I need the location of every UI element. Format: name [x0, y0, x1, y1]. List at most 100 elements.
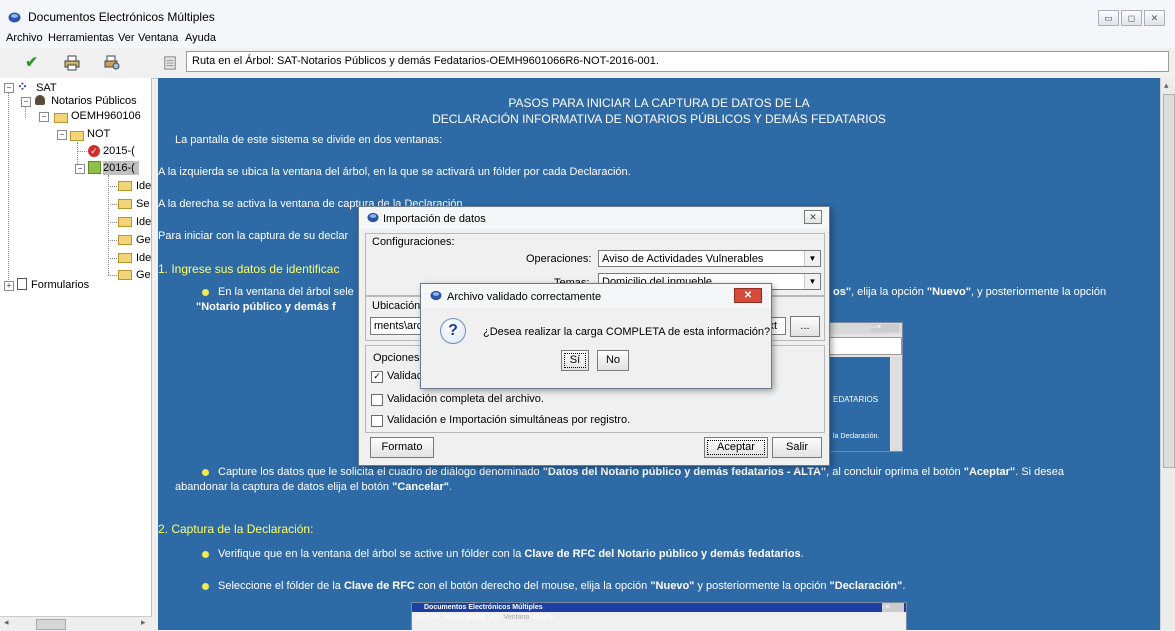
- formato-button[interactable]: Formato: [370, 437, 434, 458]
- scroll-right-icon[interactable]: ▸: [141, 617, 146, 628]
- scroll-thumb[interactable]: [36, 619, 66, 630]
- embedded-text: EDATARIOS: [833, 395, 879, 404]
- tree-node-not[interactable]: NOT: [87, 127, 110, 141]
- paragraph-1: La pantalla de este sistema se divide en…: [175, 134, 443, 146]
- printer-icon[interactable]: [58, 51, 85, 74]
- section-heading-1: 1. Ingrese sus datos de identificac: [158, 262, 340, 276]
- menu-bar: Archivo Herramientas Ver Ventana Ayuda: [0, 32, 1175, 48]
- folder-icon: [118, 253, 132, 263]
- maximize-button[interactable]: ◻: [1121, 10, 1142, 26]
- bullet-icon: [202, 289, 209, 296]
- bullet-3-text: Verifique que en la ventana del árbol se…: [218, 548, 804, 560]
- confirm-dialog-title: Archivo validado correctamente: [447, 291, 602, 303]
- tree-horizontal-scrollbar[interactable]: ◂ ▸: [0, 616, 152, 631]
- bullet-2-line-2: abandonar la captura de datos elija el b…: [175, 481, 453, 493]
- tree-node-2015[interactable]: 2015-(: [103, 144, 135, 158]
- operaciones-label: Operaciones:: [526, 253, 592, 265]
- config-group-label: Configuraciones:: [372, 236, 455, 248]
- confirm-dialog-title-bar: Archivo validado correctamente ✕: [421, 284, 771, 308]
- app-logo-icon: [367, 212, 379, 223]
- print-preview-icon[interactable]: [98, 51, 125, 74]
- tree-pane[interactable]: − ⁘ SAT − Notarios Públicos − OEMH960106…: [0, 78, 152, 630]
- expand-2016-icon[interactable]: −: [75, 164, 85, 174]
- expand-formularios-icon[interactable]: +: [4, 281, 14, 291]
- folder-icon: [118, 181, 132, 191]
- expand-not-icon[interactable]: −: [57, 130, 67, 140]
- folder-icon: [118, 270, 132, 280]
- tree-node-child[interactable]: Ide: [136, 215, 151, 229]
- salir-button[interactable]: Salir: [772, 437, 822, 458]
- option-2-label: Validación completa del archivo.: [387, 393, 544, 405]
- paragraph-2: A la izquierda se ubica la ventana del á…: [158, 166, 631, 178]
- declaration-icon: [88, 161, 101, 174]
- confirm-message: ¿Desea realizar la carga COMPLETA de est…: [483, 326, 771, 338]
- tree-node-rfc[interactable]: OEMH960106: [71, 109, 141, 123]
- yes-button[interactable]: Sí: [561, 350, 589, 371]
- sat-logo-icon: ⁘: [17, 79, 28, 94]
- question-icon: ?: [440, 318, 466, 344]
- tree-node-child[interactable]: Se: [136, 197, 149, 211]
- bullet-icon: [202, 583, 209, 590]
- heading-line-1: PASOS PARA INICIAR LA CAPTURA DE DATOS D…: [508, 96, 810, 110]
- document-icon[interactable]: [156, 51, 183, 74]
- bullet-4-text: Seleccione el fólder de la Clave de RFC …: [218, 580, 906, 592]
- window-title-bar: Documentos Electrónicos Múltiples ▭ ◻ ✕: [0, 0, 1175, 32]
- embedded-text: la Declaración.: [833, 433, 880, 440]
- close-icon: ✕: [1150, 13, 1159, 23]
- minimize-icon: ▭: [1104, 13, 1113, 23]
- bullet-2-text: Capture los datos que le solicita el cua…: [218, 466, 1065, 478]
- option-1-checkbox[interactable]: ✓: [371, 371, 383, 383]
- bullet-1-line-2: "Notario público y demás f: [196, 301, 336, 313]
- aceptar-button[interactable]: Aceptar: [704, 437, 768, 458]
- scroll-up-icon[interactable]: ▴: [1164, 80, 1169, 91]
- chevron-down-icon: ▼: [804, 274, 820, 289]
- menu-ventana[interactable]: Ventana: [138, 32, 178, 44]
- browse-button[interactable]: ...: [790, 316, 820, 337]
- expand-notarios-icon[interactable]: −: [21, 97, 31, 107]
- expand-sat-icon[interactable]: −: [4, 83, 14, 93]
- import-dialog-title-bar: Importación de datos ✕: [359, 207, 829, 229]
- tree-node-child[interactable]: Ide: [136, 251, 151, 265]
- scroll-thumb[interactable]: [1163, 94, 1175, 468]
- close-dialog-button[interactable]: ✕: [804, 210, 822, 224]
- tree-node-formularios[interactable]: Formularios: [31, 278, 89, 292]
- embedded-screenshot-bottom: Documentos Electrónicos Múltiples ▫✕ Arc…: [411, 602, 907, 630]
- bullet-1-text: En la ventana del árbol sele: [218, 286, 354, 298]
- option-3-label: Validación e Importación simultáneas por…: [387, 414, 631, 426]
- menu-archivo[interactable]: Archivo: [6, 32, 43, 44]
- opciones-label: Opciones: [373, 352, 420, 364]
- embedded-window-controls: ▫✕: [882, 603, 904, 612]
- tree-node-child[interactable]: Ge: [136, 233, 151, 247]
- embedded-window-controls: ▫▫✕: [871, 324, 899, 332]
- app-logo-icon: [430, 290, 442, 301]
- chevron-down-icon: ▼: [804, 251, 820, 266]
- option-2-checkbox[interactable]: [371, 394, 383, 406]
- tree-node-notarios[interactable]: Notarios Públicos: [35, 94, 137, 108]
- close-window-button[interactable]: ✕: [1144, 10, 1165, 26]
- minimize-button[interactable]: ▭: [1098, 10, 1119, 26]
- window-title: Documentos Electrónicos Múltiples: [28, 10, 215, 24]
- embedded-menu: Archivo Herramientas Ver Ventana Ayuda: [416, 614, 553, 621]
- menu-herramientas[interactable]: Herramientas: [48, 32, 114, 44]
- ubicacion-label: Ubicación: [372, 300, 421, 312]
- menu-ver[interactable]: Ver: [118, 32, 135, 44]
- tree-node-2016[interactable]: 2016-(: [103, 161, 139, 175]
- operaciones-select[interactable]: Aviso de Actividades Vulnerables ▼: [598, 250, 821, 267]
- import-dialog-title: Importación de datos: [383, 213, 486, 225]
- check-icon[interactable]: ✔: [18, 51, 45, 74]
- menu-ayuda[interactable]: Ayuda: [185, 32, 216, 44]
- scroll-left-icon[interactable]: ◂: [4, 617, 9, 628]
- content-vertical-scrollbar[interactable]: ▴: [1160, 78, 1175, 630]
- heading-line-2: DECLARACIÓN INFORMATIVA DE NOTARIOS PÚBL…: [432, 112, 886, 126]
- folder-open-icon: [54, 113, 68, 123]
- close-dialog-button[interactable]: ✕: [734, 288, 762, 303]
- tree-node-sat[interactable]: ⁘ SAT: [17, 79, 57, 95]
- tree-node-child[interactable]: Ge: [136, 268, 151, 282]
- restore-icon: ◻: [1127, 13, 1136, 23]
- bullet-1-continued: os", elija la opción "Nuevo", y posterio…: [833, 286, 1107, 298]
- tree-node-child[interactable]: Ide: [136, 179, 151, 193]
- option-3-checkbox[interactable]: [371, 415, 383, 427]
- no-button[interactable]: No: [597, 350, 629, 371]
- confirm-dialog: Archivo validado correctamente ✕ ? ¿Dese…: [420, 283, 772, 389]
- expand-rfc-icon[interactable]: −: [39, 112, 49, 122]
